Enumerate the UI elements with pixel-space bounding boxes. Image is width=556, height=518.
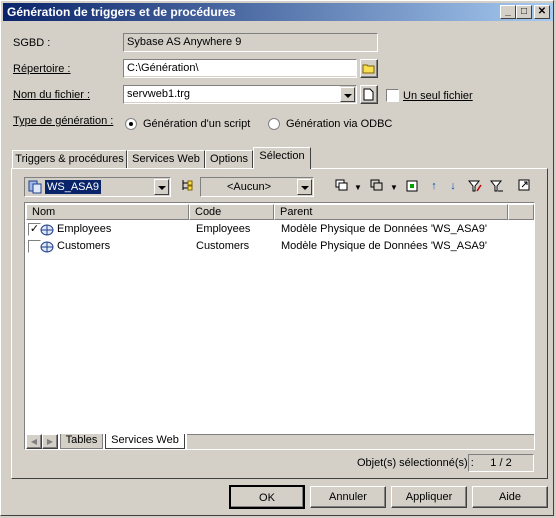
radio-odbc[interactable]	[268, 118, 280, 130]
database-model-icon	[28, 180, 42, 194]
repertoire-value: C:\Génération\	[124, 60, 356, 76]
annuler-button[interactable]: Annuler	[310, 486, 386, 508]
maximize-icon[interactable]: □	[516, 5, 532, 19]
select-all-icon[interactable]	[335, 179, 349, 193]
move-down-icon[interactable]: ↓	[446, 179, 460, 193]
chevron-down-icon[interactable]	[340, 87, 355, 102]
type-generation-label: Type de génération :	[13, 115, 114, 127]
popup-window-icon[interactable]	[517, 179, 531, 193]
objects-list[interactable]: Nom Code Parent ✓ Employees Employees Mo…	[24, 202, 535, 450]
title-bar: Génération de triggers et de procédures	[3, 3, 553, 21]
radio-script[interactable]	[125, 118, 137, 130]
sgbd-field: Sybase AS Anywhere 9	[123, 33, 378, 52]
repertoire-label: Répertoire :	[13, 63, 71, 75]
tab-triggers-procedures[interactable]: Triggers & procédures	[12, 150, 127, 168]
row-parent: Modèle Physique de Données 'WS_ASA9'	[281, 240, 487, 252]
filter-hierarchy-icon[interactable]	[180, 179, 194, 193]
fichier-combo[interactable]: servweb1.trg	[123, 85, 357, 104]
scroll-left-icon[interactable]: ◀	[26, 434, 42, 449]
minimize-icon[interactable]: _	[500, 5, 516, 19]
window-title: Génération de triggers et de procédures	[7, 5, 236, 19]
appliquer-button[interactable]: Appliquer	[391, 486, 467, 508]
move-up-icon[interactable]: ↑	[427, 179, 441, 193]
un-seul-fichier-label: Un seul fichier	[403, 90, 473, 102]
chevron-down-icon[interactable]	[297, 179, 312, 195]
column-header-filler	[508, 204, 534, 220]
filter-edit-icon[interactable]	[467, 179, 482, 193]
tab-services-web[interactable]: Services Web	[127, 150, 205, 168]
table-row[interactable]: ✓ Employees Employees Modèle Physique de…	[26, 221, 533, 238]
filter-icon[interactable]	[489, 179, 504, 193]
row-parent: Modèle Physique de Données 'WS_ASA9'	[281, 223, 487, 235]
table-row[interactable]: Customers Customers Modèle Physique de D…	[26, 238, 533, 255]
select-all-dropdown-icon[interactable]: ▼	[351, 181, 365, 195]
column-header-nom[interactable]: Nom	[26, 204, 189, 220]
tab-options[interactable]: Options	[205, 150, 253, 168]
subtab-services-web[interactable]: Services Web	[105, 434, 185, 449]
row-code: Customers	[196, 240, 250, 252]
ok-button[interactable]: OK	[229, 485, 305, 509]
status-count-field: 1 / 2	[468, 454, 534, 472]
model-value: WS_ASA9	[45, 180, 101, 194]
web-service-icon	[40, 224, 54, 236]
fichier-value: servweb1.trg	[124, 86, 340, 102]
radio-script-label: Génération d'un script	[143, 118, 251, 130]
status-count: 1 / 2	[490, 457, 512, 469]
row-name: Employees	[57, 223, 112, 235]
status-label: Objet(s) sélectionné(s) :	[357, 457, 474, 469]
deselect-all-dropdown-icon[interactable]: ▼	[387, 181, 401, 195]
scroll-right-icon[interactable]: ▶	[42, 434, 58, 449]
deselect-all-icon[interactable]	[370, 179, 384, 193]
folder-icon	[362, 64, 375, 74]
horizontal-scrollbar[interactable]	[187, 434, 534, 449]
filter-combo[interactable]: <Aucun>	[200, 177, 314, 197]
web-service-icon	[40, 241, 54, 253]
subtab-tables[interactable]: Tables	[60, 434, 103, 449]
fichier-label: Nom du fichier :	[13, 89, 91, 101]
column-header-parent[interactable]: Parent	[274, 204, 508, 220]
aide-button[interactable]: Aide	[472, 486, 548, 508]
close-icon[interactable]: ✕	[534, 5, 550, 19]
filter-value: <Aucun>	[226, 181, 272, 193]
repertoire-input[interactable]: C:\Génération\	[123, 59, 357, 78]
column-header-code[interactable]: Code	[189, 204, 274, 220]
radio-odbc-label: Génération via ODBC	[286, 118, 393, 130]
sgbd-label: SGBD :	[13, 37, 51, 49]
row-code: Employees	[196, 223, 251, 235]
browse-folder-button[interactable]	[360, 59, 378, 78]
dialog-window: Génération de triggers et de procédures …	[0, 0, 554, 516]
tab-selection[interactable]: Sélection	[253, 147, 311, 169]
edit-file-button[interactable]	[360, 85, 378, 104]
use-graphical-selection-icon[interactable]	[405, 179, 419, 193]
un-seul-fichier-checkbox[interactable]	[386, 89, 399, 102]
sgbd-value: Sybase AS Anywhere 9	[124, 34, 377, 50]
document-icon	[363, 88, 374, 101]
model-combo[interactable]: WS_ASA9	[24, 177, 171, 197]
row-name: Customers	[57, 240, 111, 252]
chevron-down-icon[interactable]	[154, 179, 169, 195]
